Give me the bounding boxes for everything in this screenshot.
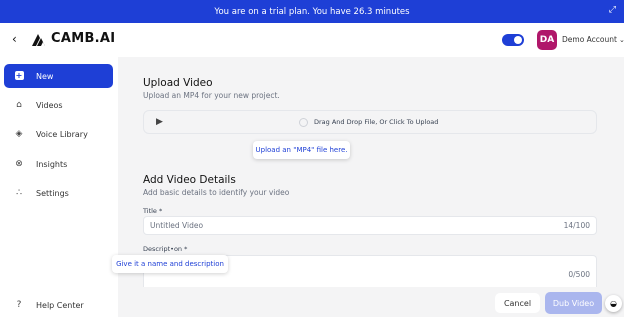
sidebar-item-help-center[interactable]: ? Help Center <box>4 293 113 317</box>
upload-dropzone[interactable]: ▶︎ Drag And Drop File, Or Click To Uploa… <box>143 110 597 134</box>
toggle-knob <box>514 36 522 44</box>
plus-square-icon: + <box>14 71 24 80</box>
sidebar-item-label: Settings <box>36 188 69 198</box>
upload-tooltip: Upload an "MP4" file here. <box>253 141 350 159</box>
description-char-count: 0/500 <box>568 270 590 279</box>
expand-arrows-icon[interactable]: ⤢ <box>609 5 616 15</box>
trial-banner: You are on a trial plan. You have 26.3 m… <box>0 0 624 23</box>
sidebar-item-videos[interactable]: ⌂ Videos <box>4 93 113 117</box>
account-menu[interactable]: Demo Account ⌄ <box>562 35 624 44</box>
camb-logo-icon <box>32 33 45 46</box>
chevron-down-icon: ⌄ <box>618 36 624 44</box>
details-title: Add Video Details <box>143 174 236 186</box>
dropzone-text: Drag And Drop File, Or Click To Upload <box>314 118 439 126</box>
sidebar-item-label: Insights <box>36 159 68 169</box>
chevron-left-icon[interactable]: ‹ <box>12 32 17 46</box>
question-icon: ? <box>16 300 22 310</box>
theme-toggle[interactable] <box>502 34 524 46</box>
avatar[interactable]: DA <box>537 30 557 50</box>
cancel-button[interactable]: Cancel <box>495 293 540 313</box>
circle-x-icon: ⊗ <box>15 159 23 169</box>
chat-support-icon[interactable]: ◒ <box>605 295 622 312</box>
sidebar-item-label: Help Center <box>36 300 84 310</box>
details-subtitle: Add basic details to identify your video <box>143 188 290 197</box>
sidebar-item-label: Videos <box>36 100 63 110</box>
sidebar-item-insights[interactable]: ⊗ Insights <box>4 152 113 176</box>
logo[interactable]: CAMB.AI <box>32 31 115 46</box>
sidebar-item-new[interactable]: + New <box>4 64 113 88</box>
main-panel: Upload Video Upload an MP4 for your new … <box>118 57 624 317</box>
description-label: Descript•on * <box>143 245 188 253</box>
sidebar-item-voice-library[interactable]: ◈ Voice Library <box>4 122 113 146</box>
upload-subtitle: Upload an MP4 for your new project. <box>143 91 280 100</box>
sidebar-item-settings[interactable]: ∴ Settings <box>4 181 113 205</box>
app-header: ‹ CAMB.AI DA Demo Account ⌄ <box>0 23 624 57</box>
upload-circle-icon <box>299 118 308 127</box>
sidebar: + New ⌂ Videos ◈ Voice Library ⊗ Insight… <box>0 57 118 317</box>
nodes-icon: ∴ <box>16 188 22 198</box>
dub-video-button[interactable]: Dub Video <box>545 292 602 314</box>
title-label: Title * <box>143 207 163 215</box>
sidebar-item-label: Voice Library <box>36 129 88 139</box>
description-tooltip: Give it a name and description <box>112 255 228 273</box>
title-char-count: 14/100 <box>563 221 590 230</box>
upload-title: Upload Video <box>143 77 213 89</box>
account-name: Demo Account <box>562 35 617 44</box>
video-camera-icon: ▶︎ <box>156 117 163 127</box>
home-icon: ⌂ <box>16 100 22 110</box>
logo-text: CAMB.AI <box>51 31 116 46</box>
trial-banner-text: You are on a trial plan. You have 26.3 m… <box>214 6 410 17</box>
title-value: Untitled Video <box>150 221 204 230</box>
title-field[interactable]: Untitled Video 14/100 <box>143 216 597 235</box>
sidebar-item-label: New <box>36 71 54 81</box>
diamond-icon: ◈ <box>15 129 23 139</box>
